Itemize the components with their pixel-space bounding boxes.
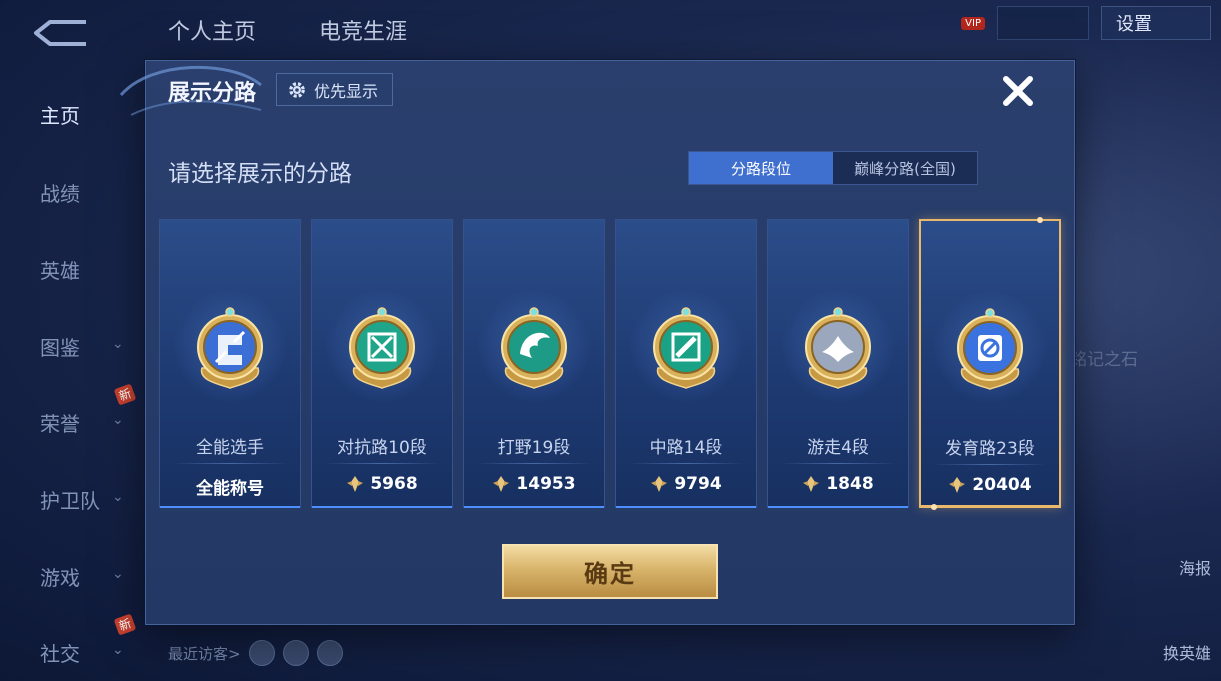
priority-display-label: 优先显示 bbox=[314, 81, 379, 101]
visitor-avatar[interactable] bbox=[282, 640, 309, 666]
vip-badge: VIP bbox=[961, 16, 985, 30]
lane-score: 9794 bbox=[616, 474, 756, 494]
sidebar-item[interactable]: 战绩 bbox=[40, 178, 80, 207]
lane-rank-label: 游走4段 bbox=[807, 438, 869, 458]
new-badge: 新 bbox=[113, 613, 137, 636]
card-divider bbox=[476, 463, 592, 464]
settings-label: 设置 bbox=[1116, 14, 1152, 35]
new-badge: 新 bbox=[113, 383, 137, 406]
rank-points-icon bbox=[347, 476, 364, 492]
visitor-avatar[interactable] bbox=[248, 640, 275, 666]
chevron-down-icon[interactable]: ⌄ bbox=[112, 412, 124, 428]
lane-card[interactable]: 中路14段 9794 bbox=[615, 219, 757, 508]
recent-visitors[interactable]: 最近访客> bbox=[168, 640, 343, 666]
sidebar-item[interactable]: 荣誉 bbox=[40, 408, 80, 437]
swap-hero-button-label[interactable]: 换英雄 bbox=[1163, 640, 1211, 664]
lane-score: 1848 bbox=[768, 474, 908, 494]
priority-display-button[interactable]: 优先显示 bbox=[276, 73, 394, 106]
chevron-down-icon[interactable]: ⌄ bbox=[112, 336, 124, 352]
lane-rank-label: 全能选手 bbox=[196, 438, 264, 458]
selection-corner-dot bbox=[931, 504, 937, 510]
close-button[interactable] bbox=[998, 71, 1038, 111]
memorial-stone-label[interactable]: 铭记之石 bbox=[1070, 345, 1138, 370]
tab-lane-rank[interactable]: 分路段位 bbox=[689, 152, 833, 184]
recent-visitors-label: 最近访客> bbox=[168, 644, 241, 663]
all-round-emblem-icon bbox=[197, 307, 263, 389]
lane-rank-label: 打野19段 bbox=[497, 438, 571, 458]
lane-card[interactable]: 发育路23段 20404 bbox=[919, 217, 1061, 510]
lane-rank-label: 中路14段 bbox=[649, 438, 723, 458]
roam-emblem-icon bbox=[805, 307, 871, 389]
sidebar-item[interactable]: 英雄 bbox=[40, 255, 80, 284]
farm-lane-emblem-icon bbox=[957, 308, 1023, 390]
sidebar-item[interactable]: 游戏 bbox=[40, 562, 80, 591]
sidebar-item[interactable]: 图鉴 bbox=[40, 332, 80, 361]
lane-score: 5968 bbox=[312, 474, 452, 494]
chevron-down-icon[interactable]: ⌄ bbox=[112, 642, 124, 658]
rank-points-icon bbox=[803, 476, 820, 492]
poster-button-label[interactable]: 海报 bbox=[1179, 555, 1211, 579]
card-divider bbox=[324, 463, 440, 464]
lane-rank-label: 对抗路10段 bbox=[337, 438, 427, 458]
lane-score-value: 5968 bbox=[370, 474, 418, 494]
chevron-down-icon[interactable]: ⌄ bbox=[112, 489, 124, 505]
settings-button[interactable]: 设置 bbox=[1101, 6, 1211, 40]
close-icon bbox=[1003, 76, 1033, 106]
top-tabs: 个人主页 电竞生涯 bbox=[168, 14, 463, 46]
card-divider bbox=[933, 464, 1047, 465]
visitor-avatar[interactable] bbox=[316, 640, 343, 666]
lane-display-dialog: 展示分路 优先显示 请选择展示的分路 分路段位 巅峰分路(全国) 全能选手全能称… bbox=[119, 60, 1075, 625]
mid-lane-emblem-icon bbox=[653, 307, 719, 389]
tab-esports-career[interactable]: 电竞生涯 bbox=[319, 20, 407, 45]
clash-lane-emblem-icon bbox=[349, 307, 415, 389]
lane-score-value: 20404 bbox=[972, 475, 1032, 495]
gear-icon bbox=[289, 81, 305, 98]
jungle-emblem-icon bbox=[501, 307, 567, 389]
rank-points-icon bbox=[493, 476, 510, 492]
card-bottom-line bbox=[921, 505, 1059, 507]
lane-rank-label: 发育路23段 bbox=[945, 439, 1035, 459]
top-right-area: VIP 设置 bbox=[961, 6, 1211, 40]
vip-status-panel[interactable] bbox=[997, 6, 1089, 40]
confirm-button[interactable]: 确定 bbox=[502, 544, 718, 599]
lane-card[interactable]: 打野19段 14953 bbox=[463, 219, 605, 508]
sidebar-item[interactable]: 主页 bbox=[40, 100, 80, 129]
back-arrow-icon[interactable] bbox=[30, 18, 94, 48]
lane-score: 全能称号 bbox=[160, 474, 300, 499]
dialog-subtitle: 请选择展示的分路 bbox=[168, 161, 352, 187]
lane-score-value: 14953 bbox=[516, 474, 576, 494]
card-divider bbox=[780, 463, 896, 464]
card-bottom-line bbox=[464, 506, 604, 508]
lane-score-value: 9794 bbox=[674, 474, 722, 494]
rank-points-icon bbox=[651, 476, 668, 492]
dialog-title: 展示分路 bbox=[168, 81, 257, 106]
sidebar-item[interactable]: 社交 bbox=[40, 638, 80, 667]
lane-card[interactable]: 全能选手 全能称号 bbox=[159, 219, 301, 508]
lane-score: 14953 bbox=[464, 474, 604, 494]
card-bottom-line bbox=[616, 506, 756, 508]
lane-type-toggle: 分路段位 巅峰分路(全国) bbox=[688, 151, 978, 185]
card-bottom-line bbox=[768, 506, 908, 508]
rank-points-icon bbox=[949, 477, 966, 493]
lane-score-value: 1848 bbox=[826, 474, 874, 494]
card-divider bbox=[628, 463, 744, 464]
tab-peak-lane-national[interactable]: 巅峰分路(全国) bbox=[833, 152, 977, 184]
card-bottom-line bbox=[312, 506, 452, 508]
card-divider bbox=[172, 463, 288, 464]
lane-card[interactable]: 对抗路10段 5968 bbox=[311, 219, 453, 508]
tab-profile[interactable]: 个人主页 bbox=[168, 20, 256, 45]
card-bottom-line bbox=[160, 506, 300, 508]
sidebar-item[interactable]: 护卫队 bbox=[40, 485, 100, 514]
chevron-down-icon[interactable]: ⌄ bbox=[112, 566, 124, 582]
lane-card[interactable]: 游走4段 1848 bbox=[767, 219, 909, 508]
lane-score-value: 全能称号 bbox=[196, 479, 264, 499]
selection-corner-dot bbox=[1037, 217, 1043, 223]
lane-score: 20404 bbox=[921, 475, 1059, 495]
